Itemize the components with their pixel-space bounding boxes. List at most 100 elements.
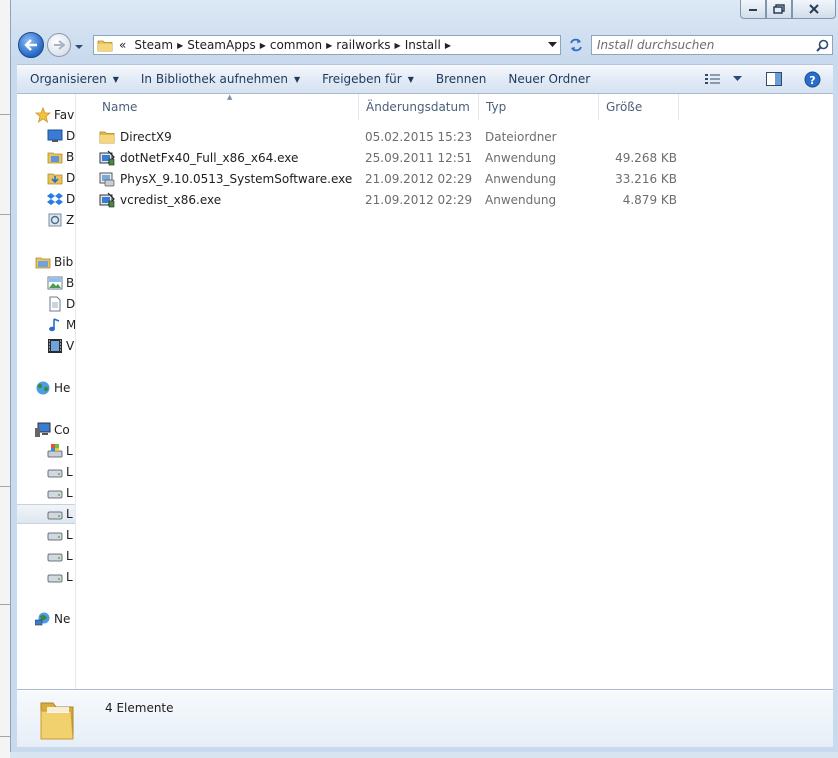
column-header-type[interactable]: Typ bbox=[479, 94, 599, 120]
search-input[interactable] bbox=[592, 37, 812, 53]
nav-lib-item-documents[interactable]: D bbox=[47, 294, 75, 314]
breadcrumb-install[interactable]: Install bbox=[405, 38, 441, 52]
nav-drive-selected[interactable]: L bbox=[17, 504, 75, 524]
column-header-size-label: Größe bbox=[606, 100, 643, 114]
nav-homegroup-label: He bbox=[54, 381, 71, 395]
breadcrumb-separator-icon[interactable]: ▶ bbox=[177, 41, 183, 50]
hard-drive-icon bbox=[47, 511, 63, 520]
hard-drive-icon bbox=[47, 553, 63, 562]
organize-label: Organisieren bbox=[30, 72, 107, 86]
breadcrumb-separator-icon[interactable]: ▶ bbox=[395, 41, 401, 50]
recent-pages-button[interactable] bbox=[74, 40, 84, 54]
nav-lib-item-music[interactable]: M bbox=[47, 315, 75, 335]
nav-fav-item-downloads[interactable]: D bbox=[47, 168, 75, 188]
burn-button[interactable]: Brennen bbox=[427, 68, 495, 90]
nav-fav-item-label: B bbox=[66, 150, 75, 164]
nav-lib-item-videos[interactable]: V bbox=[47, 336, 74, 356]
nav-fav-item-dropbox[interactable]: D bbox=[47, 189, 75, 209]
breadcrumb-steamapps[interactable]: SteamApps bbox=[187, 38, 255, 52]
column-header-name[interactable]: Name bbox=[95, 94, 359, 120]
back-button[interactable] bbox=[18, 32, 44, 58]
nav-computer[interactable]: Co bbox=[35, 420, 70, 440]
search-icon[interactable] bbox=[812, 39, 832, 52]
forward-button[interactable] bbox=[47, 33, 71, 57]
nav-drive-label: L bbox=[66, 570, 73, 584]
homegroup-icon bbox=[36, 381, 50, 395]
file-name-cell: DirectX9 bbox=[99, 127, 172, 147]
change-view-button[interactable] bbox=[699, 68, 727, 90]
library-icon bbox=[35, 257, 51, 269]
file-list: ▲ Name Änderungsdatum Typ Größe DirectX9… bbox=[87, 93, 833, 689]
organize-menu[interactable]: Organisieren ▼ bbox=[21, 68, 128, 90]
nav-favorites-label: Fav bbox=[54, 108, 75, 122]
nav-fav-item-label: D bbox=[66, 192, 76, 206]
pictures-icon bbox=[47, 276, 63, 290]
nav-favorites[interactable]: Fav bbox=[35, 105, 74, 125]
hard-drive-icon bbox=[47, 574, 63, 583]
installer-icon bbox=[99, 192, 115, 208]
close-button[interactable] bbox=[792, 0, 836, 19]
file-type: Dateiordner bbox=[485, 130, 557, 144]
file-row[interactable]: vcredist_x86.exe 21.09.2012 02:29 Anwend… bbox=[99, 190, 699, 210]
nav-libraries-label: Bib bbox=[54, 255, 74, 269]
nav-fav-item-recent[interactable]: Z bbox=[47, 210, 74, 230]
nav-libraries[interactable]: Bib bbox=[35, 252, 73, 272]
nav-drive[interactable]: L bbox=[47, 462, 73, 482]
file-row[interactable]: DirectX9 05.02.2015 15:23 Dateiordner bbox=[99, 127, 699, 147]
breadcrumb-separator-icon[interactable]: ▶ bbox=[445, 41, 451, 50]
item-count: 4 Elemente bbox=[105, 701, 174, 715]
file-date: 21.09.2012 02:29 bbox=[365, 172, 473, 186]
svg-text:?: ? bbox=[809, 74, 815, 87]
column-header-size[interactable]: Größe bbox=[599, 94, 679, 120]
minimize-button[interactable] bbox=[740, 0, 766, 19]
new-folder-button[interactable]: Neuer Ordner bbox=[499, 68, 599, 90]
refresh-icon bbox=[570, 38, 582, 52]
file-size bbox=[599, 127, 677, 147]
nav-lib-item-label: V bbox=[66, 339, 75, 353]
refresh-button[interactable] bbox=[565, 35, 587, 55]
hard-drive-icon bbox=[47, 469, 63, 478]
nav-drive[interactable]: L bbox=[47, 483, 73, 503]
file-name: vcredist_x86.exe bbox=[120, 193, 222, 207]
videos-icon bbox=[48, 339, 62, 353]
nav-fav-item-desktop[interactable]: D bbox=[47, 126, 75, 146]
burn-label: Brennen bbox=[435, 72, 487, 86]
address-bar[interactable]: « Steam ▶ SteamApps ▶ common ▶ railworks… bbox=[93, 35, 561, 55]
file-row[interactable]: PhysX_9.10.0513_SystemSoftware.exe 21.09… bbox=[99, 169, 699, 189]
minimize-icon bbox=[749, 9, 757, 11]
nav-lib-item-pictures[interactable]: B bbox=[47, 273, 74, 293]
file-row[interactable]: dotNetFx40_Full_x86_x64.exe 25.09.2011 1… bbox=[99, 148, 699, 168]
share-menu[interactable]: Freigeben für ▼ bbox=[313, 68, 423, 90]
breadcrumb-overflow[interactable]: « bbox=[119, 38, 126, 52]
column-header-name-label: Name bbox=[102, 100, 138, 114]
nav-fav-item-label: Z bbox=[66, 213, 75, 227]
nav-drive[interactable]: L bbox=[47, 525, 73, 545]
file-type: Anwendung bbox=[485, 151, 557, 165]
column-header-date[interactable]: Änderungsdatum bbox=[359, 94, 479, 120]
share-label: Freigeben für bbox=[322, 72, 402, 86]
breadcrumb-separator-icon[interactable]: ▶ bbox=[260, 41, 266, 50]
breadcrumb-steam[interactable]: Steam bbox=[134, 38, 173, 52]
nav-homegroup[interactable]: He bbox=[35, 378, 70, 398]
folder-icon bbox=[99, 131, 115, 144]
help-button[interactable]: ? bbox=[798, 68, 827, 90]
view-options-button[interactable] bbox=[727, 68, 748, 90]
file-name: DirectX9 bbox=[120, 130, 172, 144]
breadcrumb-separator-icon[interactable]: ▶ bbox=[326, 41, 332, 50]
folder-icon bbox=[94, 38, 113, 52]
nav-fav-item-libraries[interactable]: B bbox=[47, 147, 74, 167]
maximize-button[interactable] bbox=[766, 0, 792, 19]
installer-icon bbox=[99, 150, 115, 166]
file-name-cell: vcredist_x86.exe bbox=[99, 190, 221, 210]
file-date: 05.02.2015 15:23 bbox=[365, 130, 473, 144]
breadcrumb-common[interactable]: common bbox=[270, 38, 322, 52]
nav-network[interactable]: Ne bbox=[35, 609, 70, 629]
nav-drive[interactable]: L bbox=[47, 546, 73, 566]
library-menu[interactable]: In Bibliothek aufnehmen ▼ bbox=[132, 68, 309, 90]
nav-drive-system[interactable]: L bbox=[47, 441, 73, 461]
address-dropdown-button[interactable] bbox=[544, 42, 560, 48]
breadcrumb-railworks[interactable]: railworks bbox=[336, 38, 390, 52]
dropbox-icon bbox=[47, 193, 63, 205]
nav-drive[interactable]: L bbox=[47, 567, 73, 587]
preview-pane-button[interactable] bbox=[760, 68, 788, 90]
